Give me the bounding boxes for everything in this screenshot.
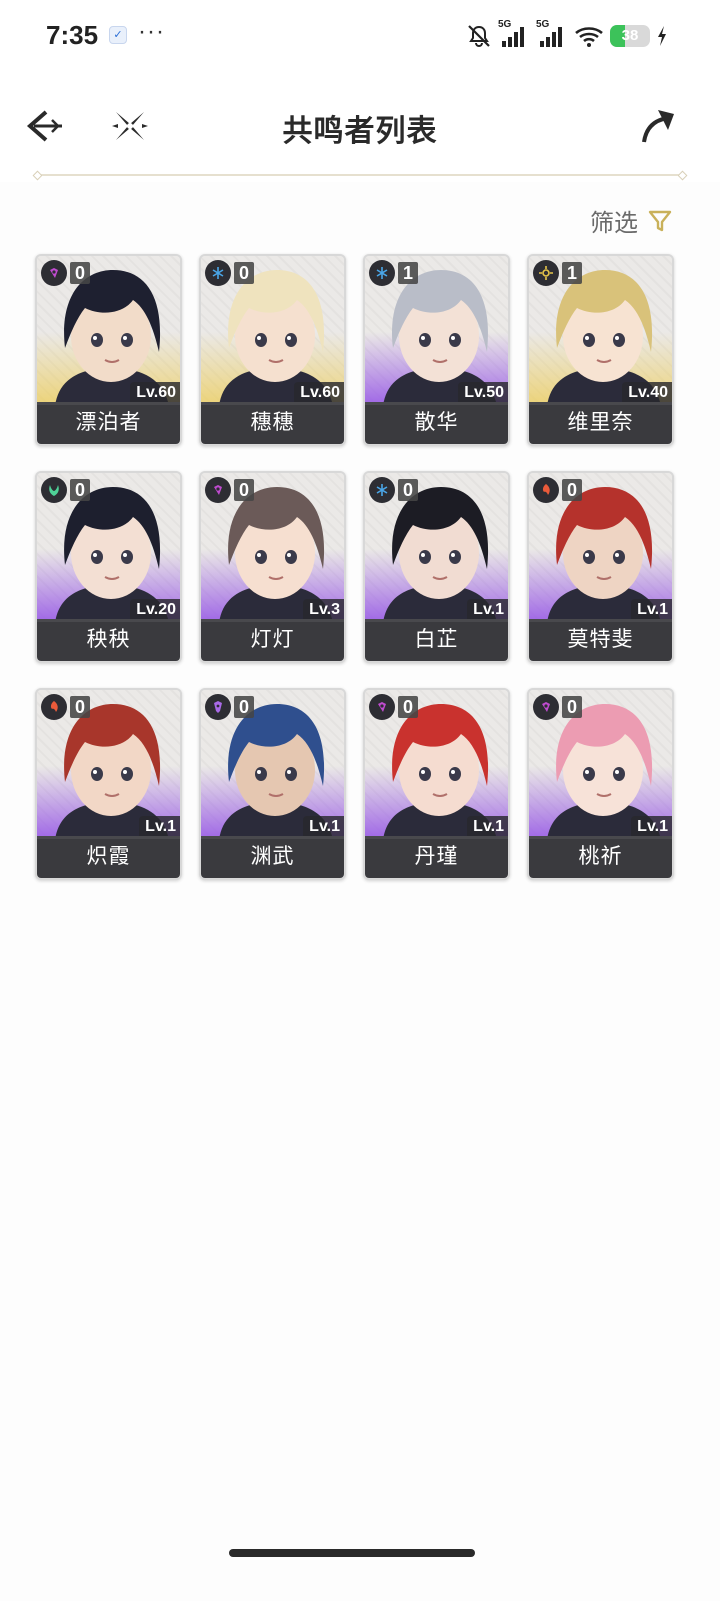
character-name: 炽霞 bbox=[37, 836, 180, 878]
level-badge: Lv.40 bbox=[622, 382, 672, 404]
battery-indicator: 38 bbox=[610, 25, 650, 47]
aero-element-icon bbox=[41, 477, 67, 503]
character-name: 丹瑾 bbox=[365, 836, 508, 878]
chain-count: 1 bbox=[562, 262, 582, 284]
charging-icon bbox=[658, 26, 666, 46]
more-notifications-icon: ··· bbox=[138, 18, 165, 45]
chain-count: 0 bbox=[70, 262, 90, 284]
character-card[interactable]: 0 Lv.1 炽霞 bbox=[35, 688, 182, 880]
level-badge: Lv.50 bbox=[458, 382, 508, 404]
electro-element-icon bbox=[205, 694, 231, 720]
wifi-icon bbox=[575, 27, 603, 47]
fusion-element-icon bbox=[41, 694, 67, 720]
level-badge: Lv.60 bbox=[294, 382, 344, 404]
home-indicator[interactable] bbox=[229, 1549, 475, 1557]
character-card[interactable]: 0 Lv.1 丹瑾 bbox=[363, 688, 510, 880]
level-badge: Lv.1 bbox=[631, 599, 672, 621]
chain-count: 1 bbox=[398, 262, 418, 284]
filter-label: 筛选 bbox=[590, 210, 638, 237]
level-badge: Lv.20 bbox=[130, 599, 180, 621]
status-bar: 7:35 ✓ ··· 5G 5G 38 bbox=[0, 0, 720, 72]
chain-count: 0 bbox=[234, 696, 254, 718]
havoc-element-icon bbox=[533, 694, 559, 720]
havoc-element-icon bbox=[369, 694, 395, 720]
signal-bars-icon bbox=[540, 27, 562, 47]
character-card[interactable]: 1 Lv.50 散华 bbox=[363, 254, 510, 446]
chain-count: 0 bbox=[234, 262, 254, 284]
page-title: 共鸣者列表 bbox=[282, 115, 438, 148]
chain-count: 0 bbox=[234, 479, 254, 501]
signal-group-2: 5G bbox=[536, 19, 568, 49]
divider-diamond-left bbox=[32, 170, 43, 181]
havoc-element-icon bbox=[205, 477, 231, 503]
level-badge: Lv.1 bbox=[467, 599, 508, 621]
character-name: 渊武 bbox=[201, 836, 344, 878]
chain-count: 0 bbox=[70, 696, 90, 718]
share-button[interactable] bbox=[636, 104, 680, 148]
character-name: 白芷 bbox=[365, 619, 508, 661]
fusion-element-icon bbox=[533, 477, 559, 503]
character-name: 秧秧 bbox=[37, 619, 180, 661]
character-card[interactable]: 0 Lv.3 灯灯 bbox=[199, 471, 346, 663]
chain-count: 0 bbox=[398, 479, 418, 501]
chain-count: 0 bbox=[398, 696, 418, 718]
character-card[interactable]: 0 Lv.1 渊武 bbox=[199, 688, 346, 880]
level-badge: Lv.1 bbox=[303, 816, 344, 838]
level-badge: Lv.1 bbox=[139, 816, 180, 838]
battery-percent: 38 bbox=[621, 27, 639, 44]
chain-count: 0 bbox=[562, 479, 582, 501]
signal-group-1: 5G bbox=[498, 19, 530, 49]
character-name: 漂泊者 bbox=[37, 402, 180, 444]
character-grid: 0 Lv.60 漂泊者 0 Lv.60 穗穗 1 Lv.50 散华 1 Lv.4… bbox=[35, 254, 685, 880]
level-badge: Lv.1 bbox=[631, 816, 672, 838]
level-badge: Lv.3 bbox=[303, 599, 344, 621]
signal-bars-icon bbox=[502, 27, 524, 47]
mute-bell-icon bbox=[468, 25, 490, 48]
filter-button[interactable]: 筛选 bbox=[590, 203, 672, 238]
character-name: 散华 bbox=[365, 402, 508, 444]
character-card[interactable]: 0 Lv.1 莫特斐 bbox=[527, 471, 674, 663]
havoc-element-icon bbox=[41, 260, 67, 286]
glacio-element-icon bbox=[369, 260, 395, 286]
divider-diamond-right bbox=[677, 170, 688, 181]
character-name: 灯灯 bbox=[201, 619, 344, 661]
character-card[interactable]: 0 Lv.60 漂泊者 bbox=[35, 254, 182, 446]
character-card[interactable]: 0 Lv.20 秧秧 bbox=[35, 471, 182, 663]
glacio-element-icon bbox=[205, 260, 231, 286]
character-card[interactable]: 0 Lv.1 白芷 bbox=[363, 471, 510, 663]
character-card[interactable]: 0 Lv.60 穗穗 bbox=[199, 254, 346, 446]
status-time: 7:35 bbox=[46, 20, 99, 50]
level-badge: Lv.1 bbox=[467, 816, 508, 838]
share-arrow-icon bbox=[642, 110, 674, 143]
character-name: 莫特斐 bbox=[529, 619, 672, 661]
glacio-element-icon bbox=[369, 477, 395, 503]
chain-count: 0 bbox=[562, 696, 582, 718]
spectro-element-icon bbox=[533, 260, 559, 286]
level-badge: Lv.60 bbox=[130, 382, 180, 404]
page-header: 共鸣者列表 bbox=[0, 72, 720, 182]
chain-count: 0 bbox=[70, 479, 90, 501]
character-name: 桃祈 bbox=[529, 836, 672, 878]
character-card[interactable]: 1 Lv.40 维里奈 bbox=[527, 254, 674, 446]
character-name: 穗穗 bbox=[201, 402, 344, 444]
divider-line bbox=[40, 174, 680, 176]
header-divider bbox=[32, 170, 688, 181]
funnel-icon bbox=[648, 210, 672, 231]
character-card[interactable]: 0 Lv.1 桃祈 bbox=[527, 688, 674, 880]
app-notification-icon: ✓ bbox=[109, 26, 127, 44]
character-name: 维里奈 bbox=[529, 402, 672, 444]
